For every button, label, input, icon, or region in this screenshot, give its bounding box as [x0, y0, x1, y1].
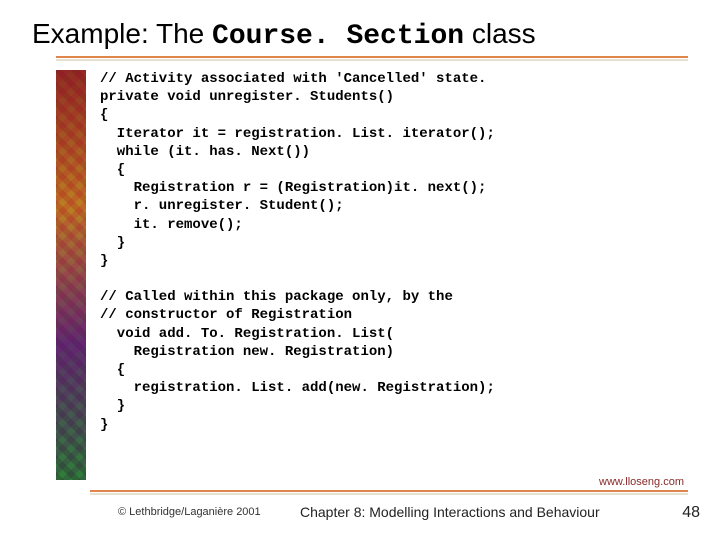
chapter-title: Chapter 8: Modelling Interactions and Be…	[300, 504, 600, 520]
source-url: www.lloseng.com	[599, 476, 684, 488]
title-prefix: Example: The	[32, 18, 212, 49]
page-number: 48	[682, 504, 700, 522]
decorative-weave	[56, 70, 86, 480]
code-listing: // Activity associated with 'Cancelled' …	[100, 70, 495, 434]
copyright-text: © Lethbridge/Laganière 2001	[118, 506, 261, 518]
title-suffix: class	[464, 18, 536, 49]
slide-title: Example: The Course. Section class	[32, 18, 536, 52]
title-underline	[56, 56, 688, 58]
footer: © Lethbridge/Laganière 2001 Chapter 8: M…	[0, 500, 720, 530]
slide: Example: The Course. Section class // Ac…	[0, 0, 720, 540]
footer-divider	[90, 490, 688, 492]
title-classname: Course. Section	[212, 21, 464, 52]
